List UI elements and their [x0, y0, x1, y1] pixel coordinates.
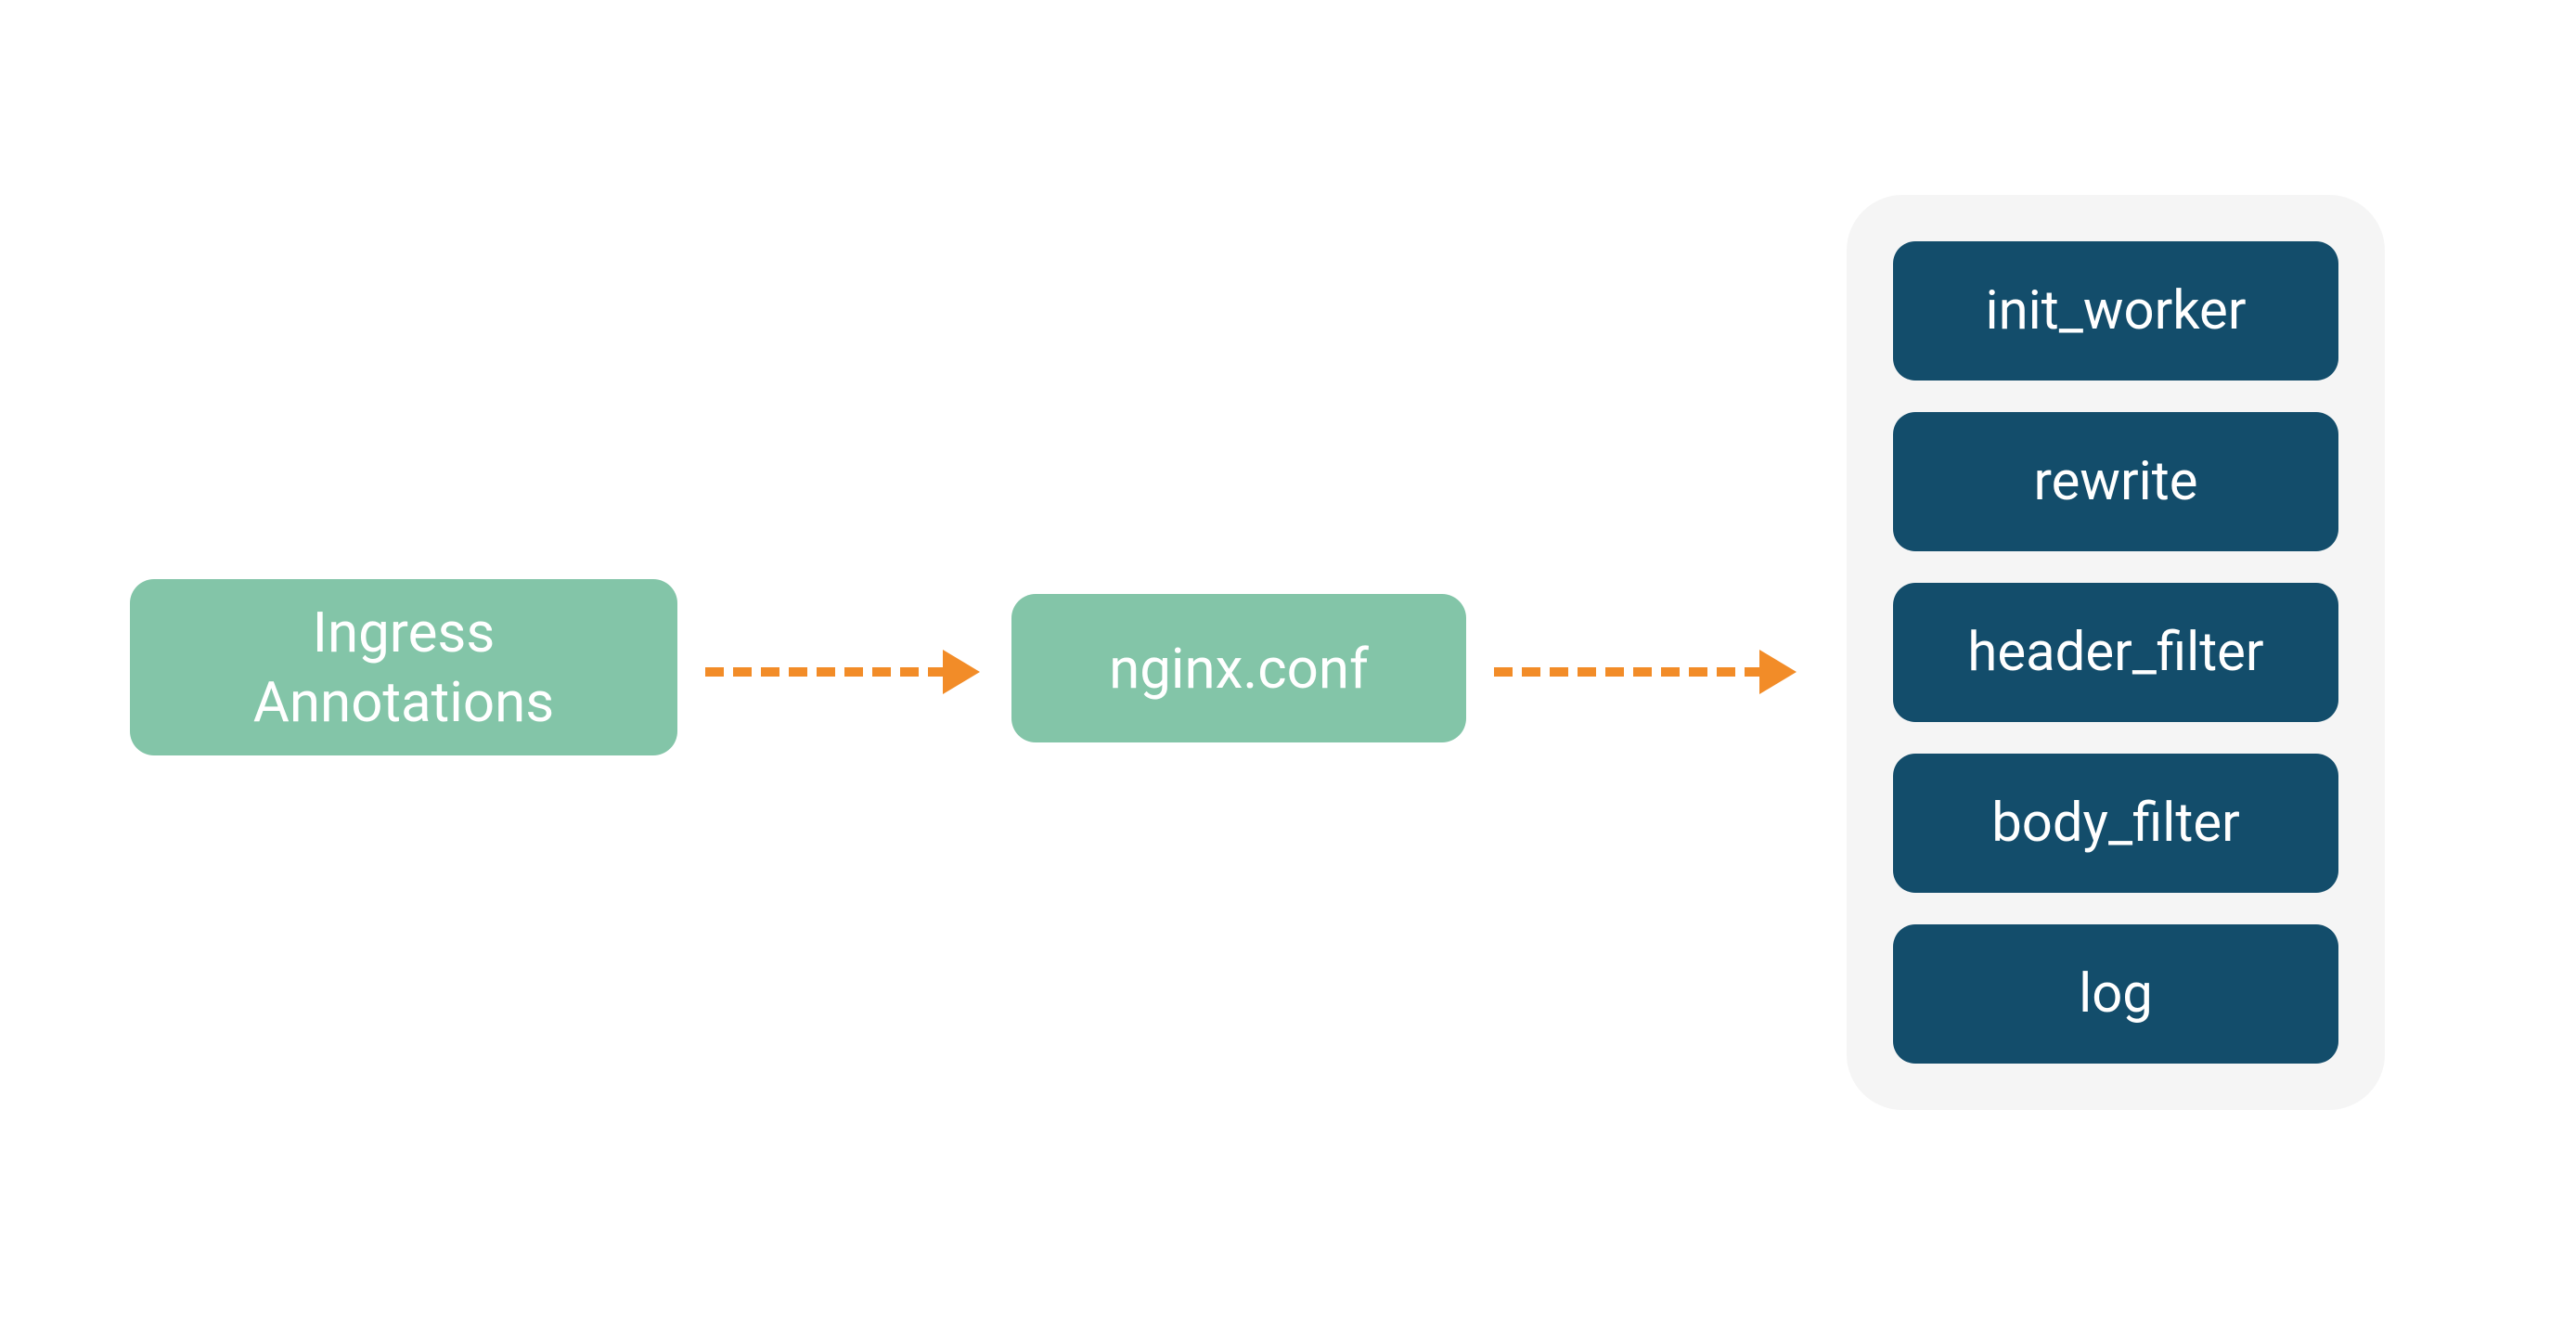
phase-label: init_worker [1986, 279, 2247, 342]
node-nginx-label: nginx.conf [1109, 634, 1369, 703]
node-ingress-label-line2: Annotations [253, 667, 554, 737]
arrow-nginx-to-phases [1494, 650, 1797, 694]
phase-body-filter: body_filter [1893, 754, 2338, 893]
phase-label: body_filter [1991, 792, 2240, 855]
arrow-ingress-to-nginx [705, 650, 980, 694]
phase-label: header_filter [1967, 621, 2263, 684]
diagram-canvas: Ingress Annotations nginx.conf init_work… [0, 0, 2576, 1342]
phase-header-filter: header_filter [1893, 583, 2338, 722]
phase-label: log [2079, 962, 2153, 1026]
phases-container: init_worker rewrite header_filter body_f… [1847, 195, 2385, 1110]
node-nginx-conf: nginx.conf [1011, 594, 1466, 742]
phase-rewrite: rewrite [1893, 412, 2338, 551]
arrow-line [705, 667, 947, 677]
node-ingress-label-line1: Ingress [313, 598, 496, 667]
arrow-head-icon [1759, 650, 1797, 694]
phase-label: rewrite [2034, 450, 2198, 513]
node-ingress-annotations: Ingress Annotations [130, 579, 677, 755]
phase-init-worker: init_worker [1893, 241, 2338, 381]
arrow-line [1494, 667, 1763, 677]
arrow-head-icon [943, 650, 980, 694]
phase-log: log [1893, 924, 2338, 1064]
